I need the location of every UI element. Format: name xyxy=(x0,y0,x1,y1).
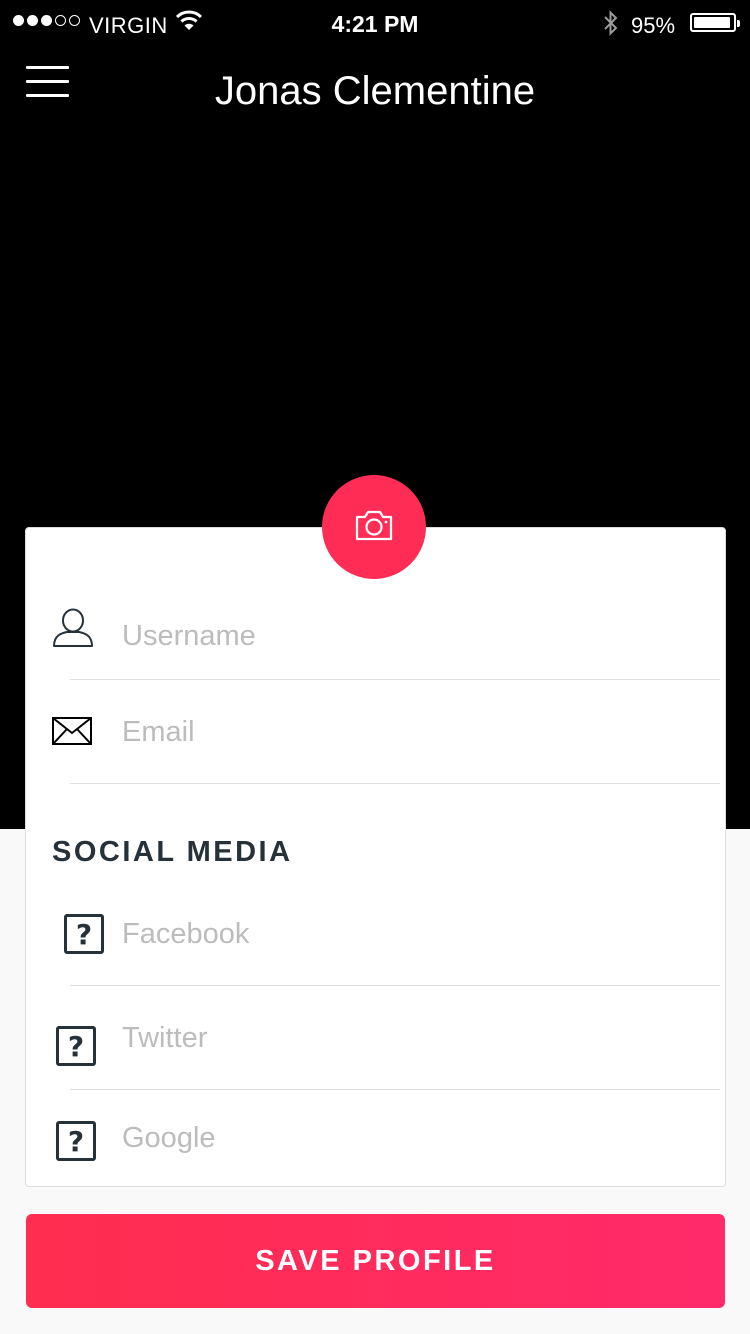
facebook-row: ? xyxy=(26,882,726,986)
save-profile-button[interactable]: SAVE PROFILE xyxy=(26,1214,725,1308)
twitter-row: ? xyxy=(26,986,726,1090)
email-row xyxy=(26,680,726,784)
google-icon: ? xyxy=(56,1121,96,1161)
facebook-icon: ? xyxy=(64,914,104,954)
twitter-icon: ? xyxy=(56,1026,96,1066)
user-icon xyxy=(52,608,94,653)
battery-percentage: 95% xyxy=(631,13,676,38)
question-mark-glyph: ? xyxy=(56,1026,96,1066)
username-input[interactable] xyxy=(122,584,702,688)
question-mark-glyph: ? xyxy=(64,914,104,954)
battery-icon xyxy=(690,13,740,32)
question-mark-glyph: ? xyxy=(56,1121,96,1161)
change-photo-button[interactable] xyxy=(322,475,426,579)
twitter-input[interactable] xyxy=(122,986,702,1090)
divider xyxy=(70,783,720,784)
email-input[interactable] xyxy=(122,680,702,784)
google-row: ? xyxy=(26,1090,726,1187)
profile-form-card: SOCIAL MEDIA ? ? ? xyxy=(25,527,726,1187)
facebook-input[interactable] xyxy=(122,882,702,986)
envelope-icon xyxy=(52,717,92,750)
social-media-heading: SOCIAL MEDIA xyxy=(52,836,293,868)
status-bar: VIRGIN 4:21 PM 95% xyxy=(0,0,750,48)
camera-icon xyxy=(355,509,393,546)
google-input[interactable] xyxy=(122,1090,702,1187)
page-title: Jonas Clementine xyxy=(214,69,536,113)
bluetooth-icon xyxy=(602,9,620,42)
